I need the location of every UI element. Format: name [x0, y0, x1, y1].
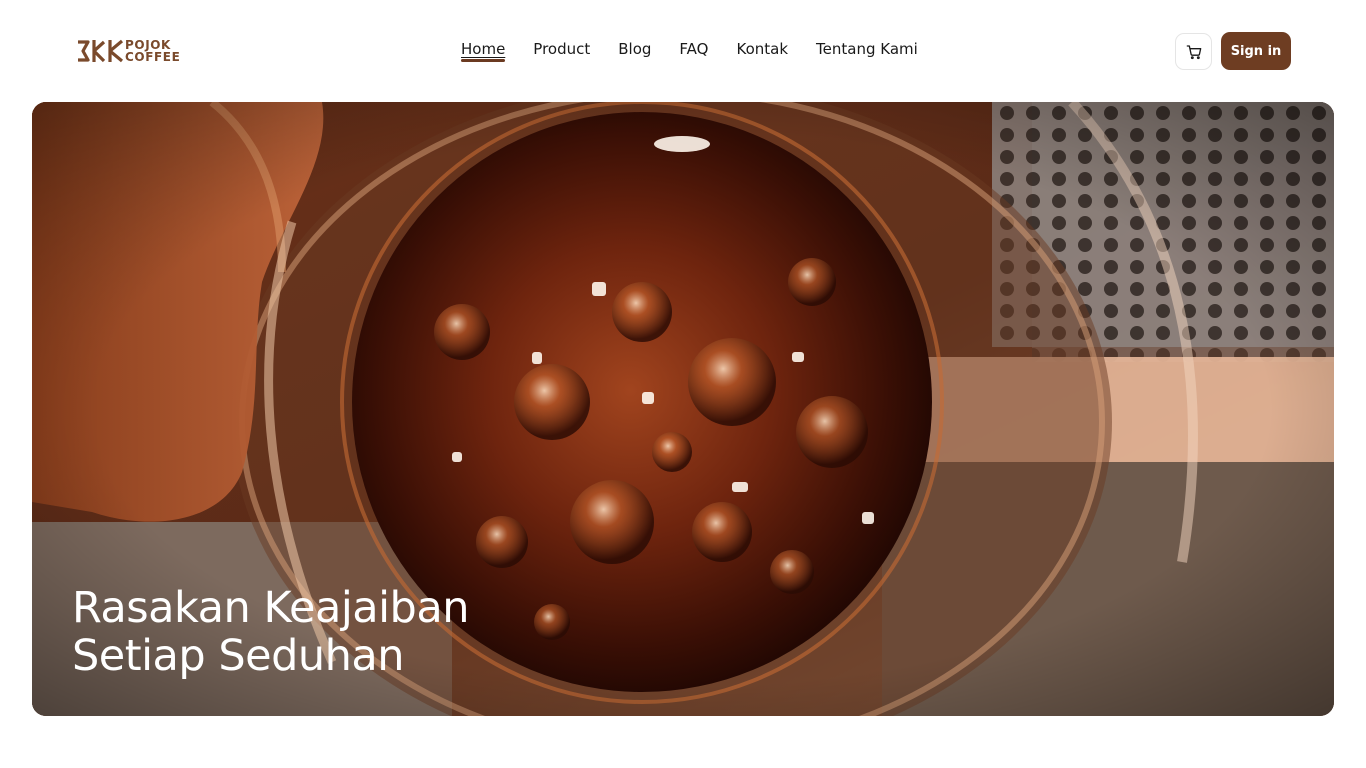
sign-in-button[interactable]: Sign in: [1221, 32, 1291, 70]
logo-mark-icon: [78, 39, 124, 63]
shopping-cart-icon: [1186, 44, 1201, 59]
nav-item-faq[interactable]: FAQ: [679, 38, 708, 60]
logo-line-2: COFFEE: [125, 50, 181, 64]
logo-wordmark: POJOK COFFEE: [125, 39, 180, 63]
hero-banner: Rasakan Keajaiban Setiap Seduhan: [32, 102, 1334, 716]
hero-title-line-2: Setiap Seduhan: [72, 631, 405, 681]
nav-item-kontak[interactable]: Kontak: [736, 38, 788, 60]
nav-item-product[interactable]: Product: [533, 38, 590, 60]
brand-logo[interactable]: POJOK COFFEE: [76, 36, 188, 66]
main-nav: Home Product Blog FAQ Kontak Tentang Kam…: [461, 38, 918, 62]
site-header: POJOK COFFEE Home Product Blog FAQ Konta…: [0, 0, 1366, 100]
nav-item-blog[interactable]: Blog: [618, 38, 651, 60]
cart-button[interactable]: [1175, 33, 1212, 70]
nav-item-tentang-kami[interactable]: Tentang Kami: [816, 38, 918, 60]
hero-title-line-1: Rasakan Keajaiban: [72, 583, 469, 633]
hero-title: Rasakan Keajaiban Setiap Seduhan: [72, 584, 672, 680]
nav-item-home[interactable]: Home: [461, 38, 506, 62]
